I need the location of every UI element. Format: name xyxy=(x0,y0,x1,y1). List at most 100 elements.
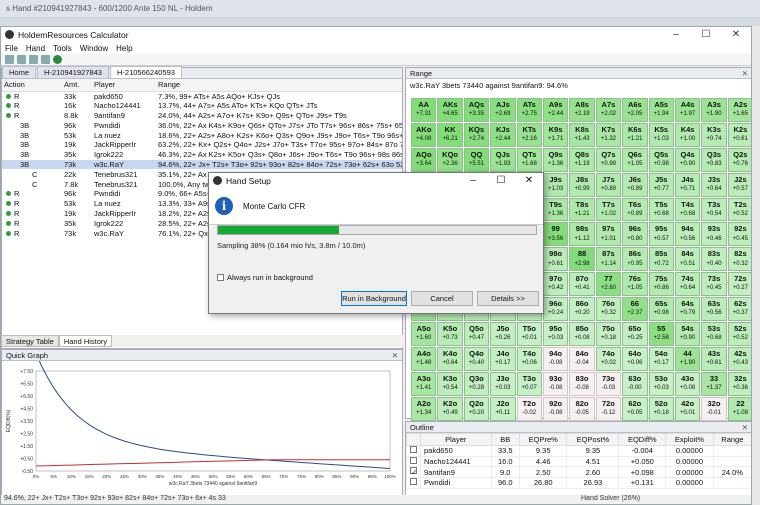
range-cell[interactable]: 84o -0.04 xyxy=(569,346,595,371)
range-cell[interactable]: 82o -0.05 xyxy=(569,396,595,421)
close-icon[interactable]: ✕ xyxy=(742,423,748,432)
range-cell[interactable]: J4s +0.71 xyxy=(674,172,701,197)
range-cell[interactable]: 92s +0.45 xyxy=(727,222,751,247)
range-cell[interactable]: AJs +2.69 xyxy=(490,98,516,122)
range-cell[interactable]: J2s +0.57 xyxy=(727,172,751,197)
range-cell[interactable]: 96s +0.80 xyxy=(622,222,648,247)
range-cell[interactable]: 62s +0.37 xyxy=(727,297,751,322)
range-cell[interactable]: 72o -0.12 xyxy=(595,396,622,421)
tab-strategy-table[interactable]: Strategy Table xyxy=(1,335,59,347)
range-cell[interactable]: 75o +0.18 xyxy=(595,322,622,346)
range-cell[interactable]: 77 +2.60 xyxy=(595,272,622,297)
range-cell[interactable]: 52s +0.52 xyxy=(727,322,751,346)
range-cell[interactable]: AKs +4.65 xyxy=(437,98,463,122)
range-cell[interactable]: T4o +0.06 xyxy=(516,346,542,371)
range-cell[interactable]: Q7s +0.99 xyxy=(595,147,622,172)
menu-hand[interactable]: Hand xyxy=(26,44,45,53)
col-eqpre[interactable]: EQPre% xyxy=(518,433,568,446)
range-cell[interactable]: K7s +1.32 xyxy=(595,122,622,147)
range-cell[interactable]: A8s +2.19 xyxy=(569,98,595,122)
tab-hand-1[interactable]: H-210941927843 xyxy=(37,66,109,78)
range-cell[interactable]: 83s +0.40 xyxy=(701,247,727,272)
minimize-icon[interactable]: – xyxy=(459,175,487,186)
range-cell[interactable]: 86s +0.95 xyxy=(622,247,648,272)
col-action[interactable]: Action xyxy=(2,79,62,92)
range-cell[interactable]: Q6s +1.05 xyxy=(622,147,648,172)
range-cell[interactable]: 63o -0.00 xyxy=(622,371,648,396)
col-player[interactable]: Player xyxy=(420,433,492,446)
range-cell[interactable]: QJs +1.93 xyxy=(490,147,516,172)
range-cell[interactable]: J4o +0.17 xyxy=(490,346,516,371)
range-cell[interactable]: A2s +1.65 xyxy=(727,98,751,122)
range-cell[interactable]: 83o -0.08 xyxy=(569,371,595,396)
tab-hand-2[interactable]: H-210566240593 xyxy=(109,66,182,78)
col-bb[interactable]: BB xyxy=(490,433,520,446)
range-cell[interactable]: Q2s +0.76 xyxy=(727,147,751,172)
range-cell[interactable]: K6s +1.21 xyxy=(622,122,648,147)
menu-window[interactable]: Window xyxy=(80,44,108,53)
table-row[interactable]: R 33k pakd650 7.3%, 99+ ATs+ A5s AQo+ KJs+ … xyxy=(2,91,402,101)
range-cell[interactable]: 98o +0.61 xyxy=(542,247,569,272)
range-cell[interactable]: 94s +0.56 xyxy=(674,222,701,247)
range-cell[interactable]: 42s +0.43 xyxy=(727,346,751,371)
table-row[interactable]: R 8.8k 9antifan9 24.0%, 44+ A2s+ A7o+ K7s+ … xyxy=(2,111,402,121)
range-cell[interactable]: J3o +0.03 xyxy=(490,371,516,396)
range-cell[interactable]: 54o +0.17 xyxy=(648,346,674,371)
range-cell[interactable]: AQo +3.64 xyxy=(411,147,437,172)
range-cell[interactable]: T5s +0.68 xyxy=(648,197,674,222)
run-in-background-button[interactable]: Run in Background xyxy=(341,291,407,306)
col-eqdiff[interactable]: EQDiff% xyxy=(618,433,667,446)
range-cell[interactable]: T3s +0.54 xyxy=(701,197,727,222)
row-checkbox[interactable] xyxy=(406,477,421,489)
range-cell[interactable]: A3o +1.41 xyxy=(411,371,437,396)
range-cell[interactable]: A4s +1.97 xyxy=(674,98,701,122)
range-cell[interactable]: 84s +0.51 xyxy=(674,247,701,272)
range-cell[interactable]: 95s +0.57 xyxy=(648,222,674,247)
range-cell[interactable]: 96o +0.24 xyxy=(542,297,569,322)
table-row[interactable]: 3B 96k Pwndidi 36.0%, 22+ Ax K4s+ K9o+ Q6s+… xyxy=(2,120,402,130)
range-cell[interactable]: 86o +0.20 xyxy=(569,297,595,322)
run-icon[interactable] xyxy=(53,55,62,64)
range-cell[interactable]: AA +7.31 xyxy=(411,98,437,122)
range-cell[interactable]: 53o +0.03 xyxy=(648,371,674,396)
export-icon[interactable] xyxy=(41,55,50,64)
table-row[interactable]: 3B 19k JackRipperIr 63.2%, 22+ Kx+ Q2s+ Q4o… xyxy=(2,140,402,150)
range-cell[interactable]: Q5o +0.47 xyxy=(463,322,490,346)
range-cell[interactable]: K4o +0.64 xyxy=(437,346,463,371)
range-cell[interactable]: J8s +0.99 xyxy=(569,172,595,197)
range-cell[interactable]: T9s +1.36 xyxy=(542,197,569,222)
range-cell[interactable]: Q9s +1.36 xyxy=(542,147,569,172)
range-cell[interactable]: AQs +3.35 xyxy=(463,98,490,122)
range-cell[interactable]: A5o +1.60 xyxy=(411,322,437,346)
range-cell[interactable]: K5s +1.03 xyxy=(648,122,674,147)
range-cell[interactable]: 85o +0.08 xyxy=(569,322,595,346)
range-cell[interactable]: 63s +0.56 xyxy=(701,297,727,322)
range-cell[interactable]: 87o +0.41 xyxy=(569,272,595,297)
range-cell[interactable]: 74o +0.02 xyxy=(595,346,622,371)
range-cell[interactable]: 54s +0.90 xyxy=(674,322,701,346)
range-cell[interactable]: T2o -0.02 xyxy=(516,396,542,421)
range-cell[interactable]: KK +6.21 xyxy=(437,122,463,147)
range-cell[interactable]: 65s +0.98 xyxy=(648,297,674,322)
menu-file[interactable]: File xyxy=(5,44,18,53)
table-row[interactable]: ✓ 9antifan9 9.0 2.50 2.60 +0.098 0.00000 24.0% xyxy=(406,466,751,478)
range-cell[interactable]: K8s +1.43 xyxy=(569,122,595,147)
always-background-checkbox[interactable] xyxy=(217,274,224,281)
open-icon[interactable] xyxy=(17,55,26,64)
range-cell[interactable]: 53s +0.68 xyxy=(701,322,727,346)
range-cell[interactable]: A3s +1.90 xyxy=(701,98,727,122)
range-cell[interactable]: J5s +0.77 xyxy=(648,172,674,197)
range-cell[interactable]: 22 +1.08 xyxy=(727,396,751,421)
close-icon[interactable]: ✕ xyxy=(392,351,398,360)
range-cell[interactable]: K2o +0.49 xyxy=(437,396,463,421)
new-icon[interactable] xyxy=(5,55,14,64)
range-cell[interactable]: 82s +0.32 xyxy=(727,247,751,272)
range-cell[interactable]: QQ +5.51 xyxy=(463,147,490,172)
table-row[interactable]: R 16k Nacho124441 13.7%, 44+ A7s+ A5s ATo+ … xyxy=(2,101,402,111)
range-cell[interactable]: 88 +2.98 xyxy=(569,247,595,272)
range-cell[interactable]: Q4s +0.90 xyxy=(674,147,701,172)
range-cell[interactable]: 64o +0.06 xyxy=(622,346,648,371)
range-cell[interactable]: T3o +0.07 xyxy=(516,371,542,396)
cancel-button[interactable]: Cancel xyxy=(411,291,473,306)
range-cell[interactable]: 76s +1.05 xyxy=(622,272,648,297)
